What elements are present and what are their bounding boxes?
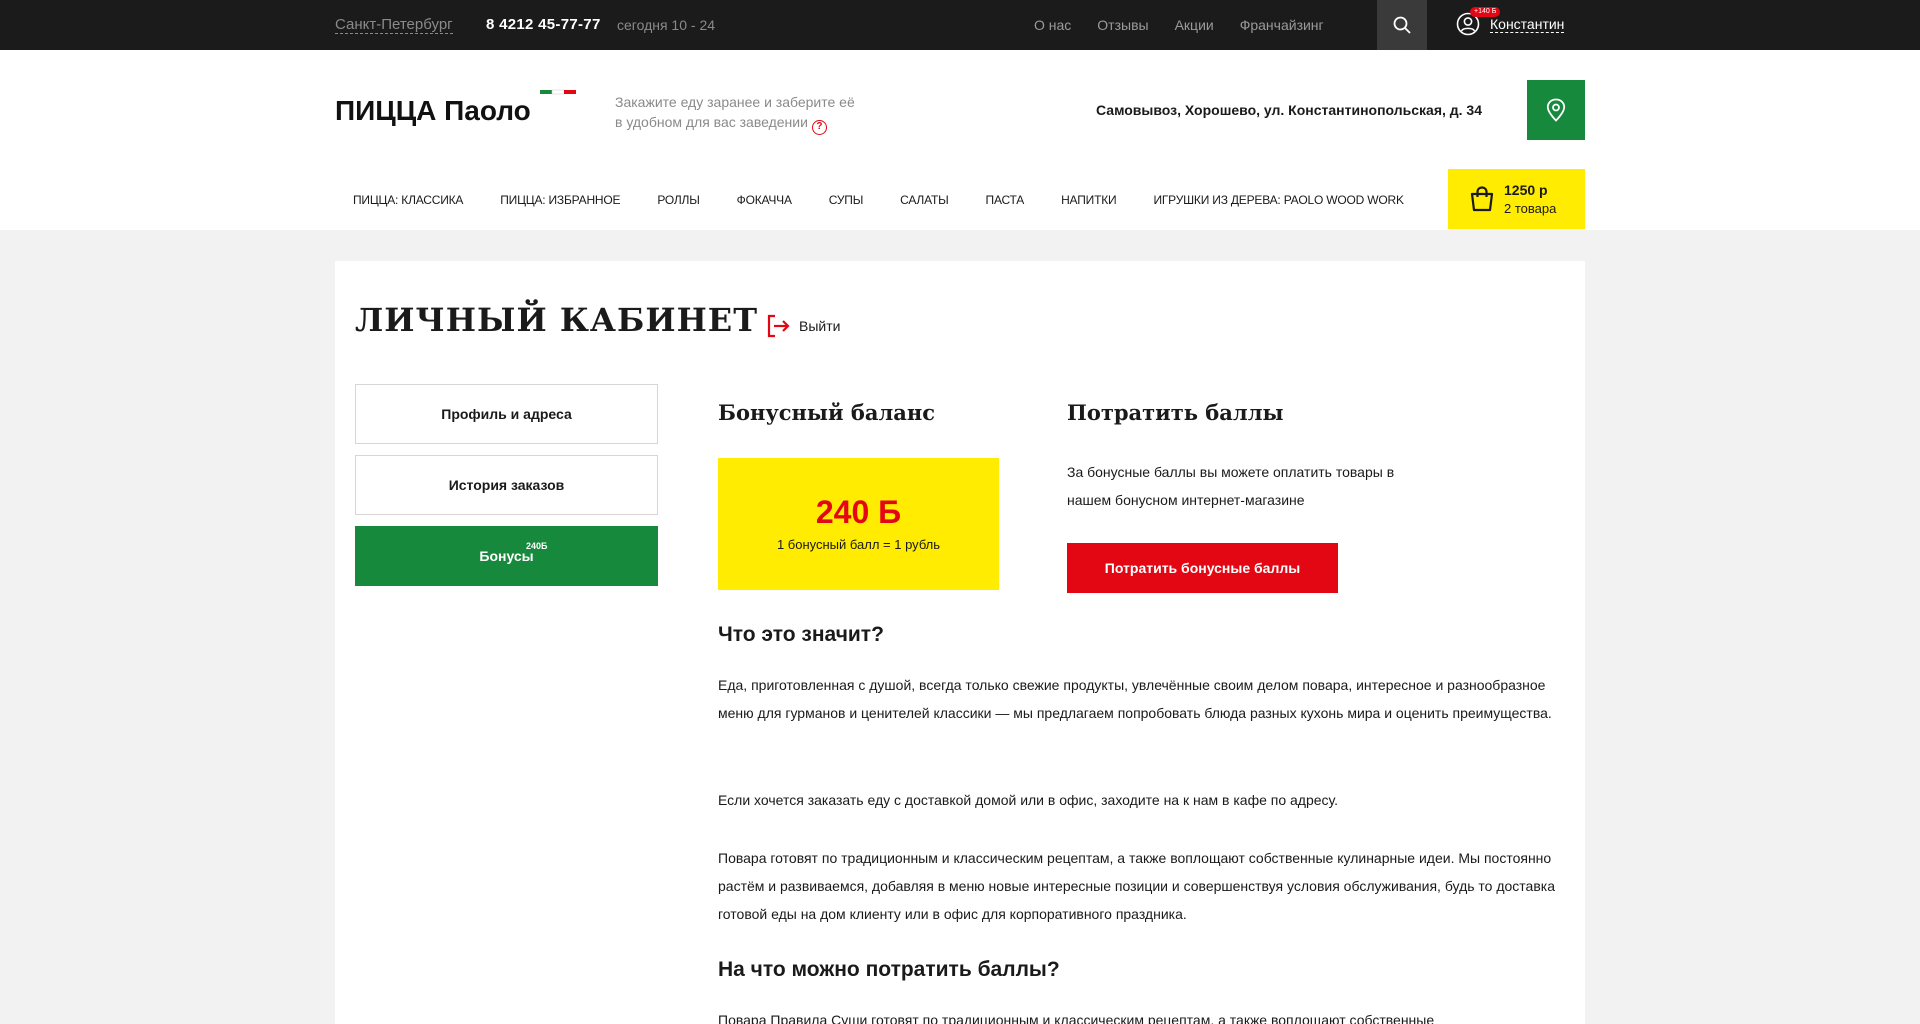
logout-icon <box>767 314 790 338</box>
logo-text: ПИЦЦА Паоло <box>335 95 531 126</box>
tagline-line-1: Закажите еду заранее и заберите её <box>615 94 855 110</box>
bonus-amount: 240 Б <box>815 494 902 530</box>
category-drinks[interactable]: Напитки <box>1061 193 1117 207</box>
category-rolls[interactable]: Роллы <box>657 193 700 207</box>
top-nav-reviews[interactable]: Отзывы <box>1097 17 1148 33</box>
category-focaccia[interactable]: Фокачча <box>737 193 792 207</box>
menu-bonuses[interactable]: Бонусы 240Б <box>355 526 658 586</box>
bonus-balance-heading: Бонусный баланс <box>718 400 936 425</box>
search-button[interactable] <box>1377 0 1427 50</box>
spend-points-heading: Потратить баллы <box>1067 400 1284 425</box>
brand-logo[interactable]: ПИЦЦА Паоло <box>335 82 585 134</box>
menu-history-label: История заказов <box>448 477 565 493</box>
top-nav: О нас Отзывы Акции Франчайзинг <box>1034 17 1350 33</box>
shopping-bag-icon <box>1470 186 1494 212</box>
logout-button[interactable]: Выйти <box>765 313 840 339</box>
category-wood-toys[interactable]: Игрушки из дерева: Paolo Wood Work <box>1153 193 1404 207</box>
category-nav: Пицца: классика Пицца: избранное Роллы Ф… <box>353 193 1441 207</box>
cart-item-count: 2 товара <box>1504 201 1557 216</box>
header-tagline: Закажите еду заранее и заберите её в удо… <box>615 92 855 135</box>
help-icon[interactable]: ? <box>811 120 827 135</box>
category-salads[interactable]: Салаты <box>900 193 949 207</box>
top-nav-promos[interactable]: Акции <box>1175 17 1214 33</box>
city-selector[interactable]: Санкт-Петербург <box>335 16 453 34</box>
faq-heading-what: Что это значит? <box>718 623 884 646</box>
cart-button[interactable]: 1250 р 2 товара <box>1448 169 1585 229</box>
cart-total: 1250 р <box>1504 182 1548 198</box>
menu-bonuses-badge: 240Б <box>526 541 548 551</box>
faq-paragraph-4: Повара Правила Суши готовят по традицион… <box>718 1012 1435 1024</box>
location-button[interactable] <box>1527 80 1585 140</box>
category-pizza-classic[interactable]: Пицца: классика <box>353 193 463 207</box>
top-bar: Санкт-Петербург 8 4212 45-77-77 сегодня … <box>0 0 1920 50</box>
tagline-line-2: в удобном для вас заведении <box>615 114 808 130</box>
faq-paragraph-1: Еда, приготовленная с душой, всегда толь… <box>718 677 1552 721</box>
menu-profile-label: Профиль и адреса <box>441 406 572 422</box>
top-nav-franchise[interactable]: Франчайзинг <box>1240 17 1324 33</box>
page-title: ЛИЧНЫЙ КАБИНЕТ <box>355 301 758 339</box>
faq-paragraph-2: Если хочется заказать еду с доставкой до… <box>718 792 1339 808</box>
location-pin-icon <box>1546 98 1566 122</box>
bonus-balance-box: 240 Б 1 бонусный балл = 1 рубль <box>718 458 999 590</box>
spend-bonus-button[interactable]: Потратить бонусные баллы <box>1067 543 1338 593</box>
working-hours: сегодня 10 - 24 <box>617 17 716 33</box>
logout-label: Выйти <box>799 318 841 334</box>
faq-paragraph-3: Повара готовят по традиционным и классич… <box>718 850 1555 922</box>
menu-profile-addresses[interactable]: Профиль и адреса <box>355 384 658 444</box>
faq-heading-spend: На что можно потратить баллы? <box>718 958 1060 981</box>
bonus-rate: 1 бонусный балл = 1 рубль <box>776 537 941 552</box>
phone-number[interactable]: 8 4212 45-77-77 <box>486 16 601 33</box>
account-side-menu: Профиль и адреса История заказов Бонусы … <box>355 384 658 597</box>
pickup-address[interactable]: Самовывоз, Хорошево, ул. Константинополь… <box>1096 102 1482 118</box>
user-name-link[interactable]: Константин <box>1490 16 1565 33</box>
spend-description: За бонусные баллы вы можете оплатить тов… <box>1067 464 1395 508</box>
account-card: ЛИЧНЫЙ КАБИНЕТ Выйти Профиль и адреса Ис… <box>335 261 1585 1024</box>
category-pizza-favorites[interactable]: Пицца: избранное <box>500 193 620 207</box>
menu-order-history[interactable]: История заказов <box>355 455 658 515</box>
site-header: ПИЦЦА Паоло Закажите еду заранее и забер… <box>0 50 1920 230</box>
category-pasta[interactable]: Паста <box>986 193 1025 207</box>
top-nav-about[interactable]: О нас <box>1034 17 1071 33</box>
search-icon <box>1393 16 1411 34</box>
category-soups[interactable]: Супы <box>829 193 864 207</box>
